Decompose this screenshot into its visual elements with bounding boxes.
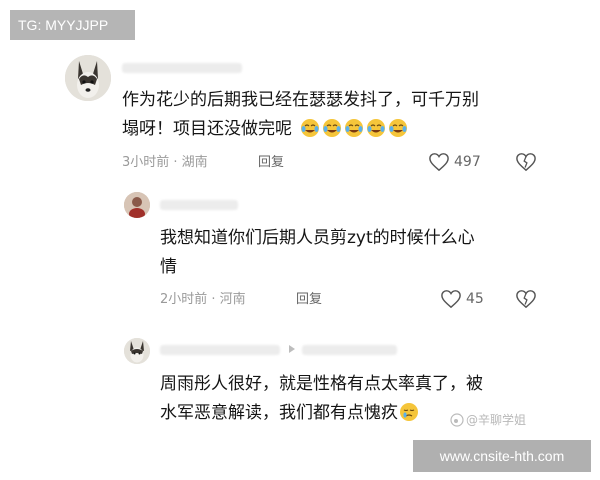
cry-laugh-emoji-icon <box>389 119 408 137</box>
like-button[interactable]: 45 <box>440 289 484 309</box>
comment-line: 情 <box>160 257 177 277</box>
like-button[interactable]: 497 <box>428 152 481 172</box>
username-blurred[interactable] <box>160 200 238 210</box>
comment-text: 作为花少的后期我已经在瑟瑟发抖了，可千万别 塌呀！项目还没做完呢 <box>122 86 479 144</box>
heart-icon <box>441 290 461 309</box>
dislike-button[interactable] <box>515 152 537 176</box>
reply-button[interactable]: 回复 <box>258 154 284 172</box>
comment-meta: 3小时前 · 湖南 <box>122 155 208 170</box>
comment-line: 我想知道你们后期人员剪zyt的时候什么心 <box>160 228 475 248</box>
source-watermark-text: @辛聊学姐 <box>466 413 527 427</box>
user-avatar-icon <box>124 192 150 218</box>
comment-line: 周雨彤人很好，就是性格有点太率真了，被 <box>160 374 483 394</box>
broken-heart-icon <box>516 153 536 172</box>
dislike-button[interactable] <box>515 289 537 313</box>
heart-icon <box>429 153 449 172</box>
avatar[interactable] <box>124 338 150 364</box>
dog-avatar-icon <box>65 55 111 101</box>
tg-badge: TG: MYYJJPP <box>10 10 135 40</box>
username-blurred[interactable] <box>302 345 397 355</box>
weibo-logo-icon <box>450 412 464 427</box>
avatar[interactable] <box>124 192 150 218</box>
username-blurred[interactable] <box>122 63 242 73</box>
comment-line: 塌呀！项目还没做完呢 <box>122 115 479 144</box>
comment-line-text: 水军恶意解读，我们都有点愧疚 <box>160 403 398 423</box>
comment-line: 作为花少的后期我已经在瑟瑟发抖了，可千万别 <box>122 90 479 110</box>
cry-laugh-emoji-icon <box>301 119 320 137</box>
username-blurred[interactable] <box>160 345 280 355</box>
avatar[interactable] <box>65 55 111 101</box>
comment-meta: 2小时前 · 河南 <box>160 292 246 307</box>
cry-laugh-emoji-icon <box>323 119 342 137</box>
reply-arrow-icon <box>289 345 295 353</box>
emoji-row <box>295 119 410 139</box>
comment-line-text: 塌呀！项目还没做完呢 <box>122 119 292 139</box>
like-count: 497 <box>454 154 481 170</box>
like-count: 45 <box>466 291 484 307</box>
comment-line: 水军恶意解读，我们都有点愧疚 <box>160 399 483 428</box>
comment-text: 周雨彤人很好，就是性格有点太率真了，被 水军恶意解读，我们都有点愧疚 <box>160 370 483 428</box>
comment-text: 我想知道你们后期人员剪zyt的时候什么心 情 <box>160 224 475 282</box>
reply-button[interactable]: 回复 <box>296 291 322 309</box>
source-watermark: @辛聊学姐 <box>450 411 526 428</box>
cry-laugh-emoji-icon <box>345 119 364 137</box>
site-watermark: www.cnsite-hth.com <box>413 440 591 472</box>
broken-heart-icon <box>516 290 536 309</box>
dog-avatar-icon <box>124 338 150 364</box>
cry-laugh-emoji-icon <box>367 119 386 137</box>
tear-emoji-icon <box>400 403 418 421</box>
